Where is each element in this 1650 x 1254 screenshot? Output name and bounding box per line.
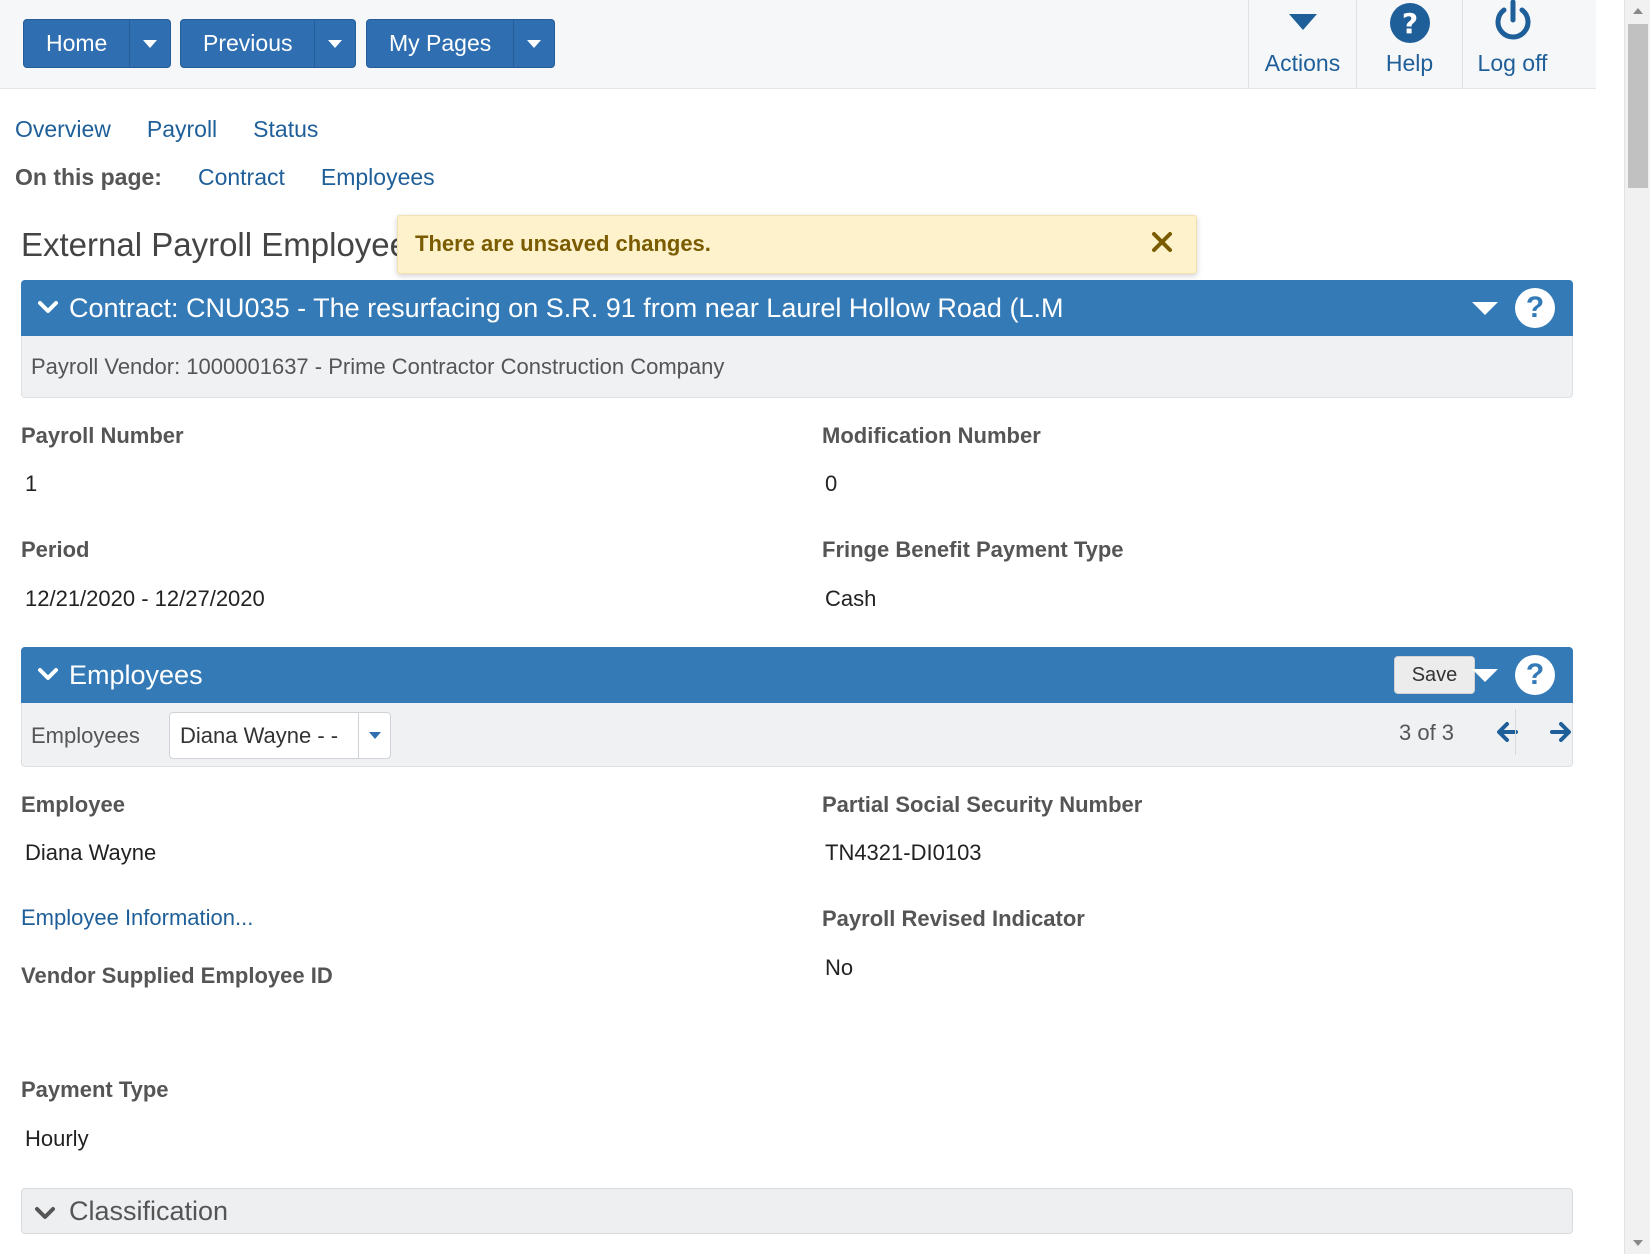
vendor-supplied-employee-id-label: Vendor Supplied Employee ID bbox=[21, 963, 333, 988]
previous-dropdown-button[interactable] bbox=[315, 20, 355, 67]
chevron-down-icon bbox=[328, 39, 343, 48]
arrow-right-icon bbox=[1550, 722, 1571, 742]
unsaved-changes-toast: There are unsaved changes. bbox=[397, 215, 1197, 274]
actions-button[interactable]: Actions bbox=[1248, 0, 1356, 88]
modification-number-label: Modification Number bbox=[822, 423, 1041, 448]
employee-value: Diana Wayne bbox=[25, 840, 157, 865]
scrollbar-thumb[interactable] bbox=[1628, 24, 1648, 188]
employee-select-value: Diana Wayne - - bbox=[180, 723, 339, 748]
toast-message: There are unsaved changes. bbox=[415, 231, 711, 256]
fringe-benefit-value: Cash bbox=[825, 586, 877, 611]
home-button-group: Home bbox=[23, 19, 172, 68]
employees-selector-label: Employees bbox=[31, 723, 140, 748]
chevron-down-icon bbox=[38, 668, 58, 680]
top-bar: Home Previous My Pages Actions ? Help Lo… bbox=[0, 0, 1596, 89]
period-value: 12/21/2020 - 12/27/2020 bbox=[25, 586, 265, 611]
employee-select-toggle[interactable] bbox=[358, 713, 391, 758]
close-icon[interactable] bbox=[1150, 230, 1174, 259]
my-pages-button-group: My Pages bbox=[366, 19, 556, 68]
power-icon bbox=[1495, 0, 1530, 40]
employee-information-link[interactable]: Employee Information... bbox=[21, 905, 253, 931]
help-button[interactable]: ? Help bbox=[1356, 0, 1462, 88]
contract-panel-subheader: Payroll Vendor: 1000001637 - Prime Contr… bbox=[21, 336, 1573, 398]
scroll-up-icon[interactable] bbox=[1633, 8, 1643, 14]
scroll-down-icon[interactable] bbox=[1633, 1240, 1643, 1246]
payroll-revised-label: Payroll Revised Indicator bbox=[822, 906, 1085, 931]
svg-text:?: ? bbox=[1401, 7, 1417, 40]
payroll-number-label: Payroll Number bbox=[21, 423, 184, 448]
payroll-number-value: 1 bbox=[25, 471, 38, 496]
panel-menu-caret-icon[interactable] bbox=[1472, 669, 1498, 683]
contract-panel-header[interactable]: Contract: CNU035 - The resurfacing on S.… bbox=[21, 280, 1573, 336]
logoff-label: Log off bbox=[1477, 50, 1548, 76]
chevron-down-icon bbox=[38, 301, 58, 313]
employees-panel-header[interactable]: Employees Save ? bbox=[21, 647, 1573, 703]
employee-select[interactable]: Diana Wayne - - bbox=[169, 712, 391, 759]
payroll-revised-value: No bbox=[825, 955, 854, 980]
logoff-button[interactable]: Log off bbox=[1462, 0, 1562, 88]
help-icon: ? bbox=[1389, 3, 1430, 43]
chevron-down-icon bbox=[527, 39, 542, 48]
classification-panel-header[interactable]: Classification bbox=[21, 1188, 1573, 1234]
period-label: Period bbox=[21, 537, 90, 562]
page-tabs: Overview Payroll Status bbox=[15, 116, 318, 143]
home-button[interactable]: Home bbox=[24, 20, 131, 67]
pager-divider bbox=[1515, 709, 1516, 755]
tab-overview[interactable]: Overview bbox=[15, 116, 111, 143]
jump-link-contract[interactable]: Contract bbox=[198, 164, 285, 191]
payroll-vendor: Payroll Vendor: 1000001637 - Prime Contr… bbox=[31, 354, 725, 379]
page-title: External Payroll Employee bbox=[21, 226, 409, 263]
on-this-page-label: On this page: bbox=[15, 164, 162, 190]
chevron-down-icon bbox=[35, 1207, 55, 1219]
previous-button[interactable]: Previous bbox=[181, 20, 316, 67]
fringe-benefit-label: Fringe Benefit Payment Type bbox=[822, 537, 1124, 562]
previous-record-button[interactable] bbox=[1485, 713, 1529, 751]
panel-menu-caret-icon[interactable] bbox=[1472, 302, 1498, 316]
employees-help-icon[interactable]: ? bbox=[1515, 655, 1555, 695]
help-label: Help bbox=[1385, 50, 1434, 76]
on-this-page-nav: On this page: Contract Employees bbox=[15, 164, 471, 191]
record-pager-count: 3 of 3 bbox=[1399, 720, 1455, 745]
home-dropdown-button[interactable] bbox=[130, 20, 170, 67]
classification-panel-title: Classification bbox=[69, 1196, 229, 1226]
jump-link-employees[interactable]: Employees bbox=[321, 164, 435, 191]
save-button[interactable]: Save bbox=[1394, 656, 1475, 694]
tab-payroll[interactable]: Payroll bbox=[147, 116, 217, 143]
vertical-scrollbar[interactable] bbox=[1624, 0, 1650, 1254]
actions-caret-icon bbox=[1288, 14, 1317, 30]
tab-status[interactable]: Status bbox=[253, 116, 318, 143]
ssn-value: TN4321-DI0103 bbox=[825, 840, 982, 865]
ssn-label: Partial Social Security Number bbox=[822, 792, 1143, 817]
employee-label: Employee bbox=[21, 792, 125, 817]
contract-panel-title: Contract: CNU035 - The resurfacing on S.… bbox=[69, 293, 1064, 323]
employees-panel-title: Employees bbox=[69, 660, 203, 690]
next-record-button[interactable] bbox=[1539, 713, 1583, 751]
my-pages-button[interactable]: My Pages bbox=[367, 20, 515, 67]
chevron-down-icon bbox=[369, 732, 381, 739]
modification-number-value: 0 bbox=[825, 471, 838, 496]
actions-label: Actions bbox=[1264, 50, 1341, 76]
chevron-down-icon bbox=[143, 39, 158, 48]
payment-type-label: Payment Type bbox=[21, 1077, 169, 1102]
employees-panel-subheader: Employees Diana Wayne - - 3 of 3 bbox=[21, 703, 1573, 767]
previous-button-group: Previous bbox=[180, 19, 357, 68]
payment-type-value: Hourly bbox=[25, 1126, 89, 1151]
contract-help-icon[interactable]: ? bbox=[1515, 288, 1555, 328]
my-pages-dropdown-button[interactable] bbox=[514, 20, 554, 67]
